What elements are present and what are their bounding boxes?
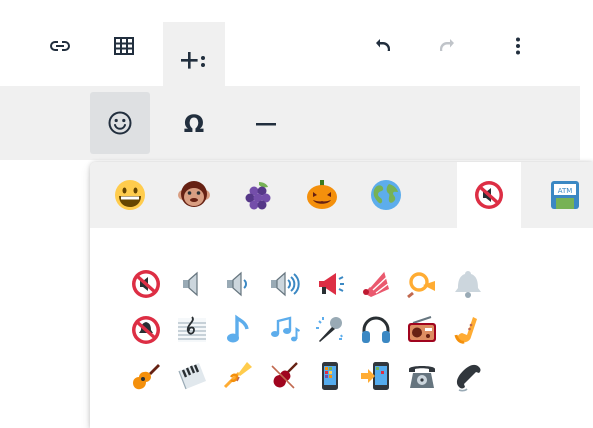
telephone-receiver-icon[interactable] bbox=[446, 354, 490, 398]
horizontal-line-button[interactable] bbox=[242, 102, 290, 146]
symbols-tab[interactable]: ATM bbox=[533, 162, 593, 228]
telephone-icon[interactable] bbox=[400, 354, 444, 398]
objects-tab[interactable] bbox=[457, 162, 521, 228]
table-icon[interactable] bbox=[102, 26, 146, 66]
earth-globe-icon bbox=[371, 180, 401, 210]
speaker-low-volume-icon[interactable] bbox=[216, 262, 260, 306]
food-tab[interactable] bbox=[226, 162, 290, 228]
guitar-icon[interactable] bbox=[124, 354, 168, 398]
horizontal-line-icon bbox=[256, 123, 276, 126]
grapes-icon bbox=[245, 182, 271, 210]
grinning-face-icon bbox=[115, 180, 145, 210]
atm-sign-icon: ATM bbox=[551, 181, 579, 209]
activities-tab[interactable] bbox=[290, 162, 354, 228]
insert-more-button[interactable] bbox=[163, 22, 225, 86]
more-vertical-icon[interactable] bbox=[496, 26, 540, 66]
undo-icon[interactable] bbox=[360, 26, 404, 66]
emoji-category-tabs: ATM bbox=[90, 162, 593, 228]
musical-score-icon[interactable] bbox=[170, 308, 214, 352]
speaker-icon[interactable] bbox=[170, 262, 214, 306]
saxophone-icon[interactable] bbox=[446, 308, 490, 352]
toolbar-secondary: Ω bbox=[0, 86, 580, 160]
special-character-icon: Ω bbox=[183, 110, 205, 138]
bell-with-slash-icon[interactable] bbox=[124, 308, 168, 352]
emoji-icon bbox=[108, 111, 132, 135]
mobile-phone-with-arrow-icon[interactable] bbox=[354, 354, 398, 398]
svg-text:ATM: ATM bbox=[558, 187, 573, 195]
link-icon[interactable] bbox=[38, 26, 82, 66]
trumpet-icon[interactable] bbox=[216, 354, 260, 398]
microphone-icon[interactable] bbox=[308, 308, 352, 352]
musical-keyboard-icon[interactable] bbox=[170, 354, 214, 398]
monkey-face-icon bbox=[178, 181, 210, 207]
loudspeaker-icon[interactable] bbox=[308, 262, 352, 306]
bell-icon[interactable] bbox=[446, 262, 490, 306]
musical-notes-icon[interactable] bbox=[262, 308, 306, 352]
speaker-high-volume-icon[interactable] bbox=[262, 262, 306, 306]
redo-icon bbox=[426, 26, 470, 66]
travel-tab[interactable] bbox=[354, 162, 418, 228]
emoji-picker-panel: ATM bbox=[90, 162, 593, 428]
jack-o-lantern-icon bbox=[307, 180, 337, 209]
muted-speaker-icon[interactable] bbox=[124, 262, 168, 306]
headphone-icon[interactable] bbox=[354, 308, 398, 352]
animals-tab[interactable] bbox=[162, 162, 226, 228]
megaphone-icon[interactable] bbox=[354, 262, 398, 306]
radio-icon[interactable] bbox=[400, 308, 444, 352]
emoji-button[interactable] bbox=[90, 92, 150, 154]
mobile-phone-icon[interactable] bbox=[308, 354, 352, 398]
violin-icon[interactable] bbox=[262, 354, 306, 398]
postal-horn-icon[interactable] bbox=[400, 262, 444, 306]
musical-note-icon[interactable] bbox=[216, 308, 260, 352]
smileys-tab[interactable] bbox=[98, 162, 162, 228]
special-character-button[interactable]: Ω bbox=[170, 102, 218, 146]
toolbar-primary bbox=[0, 0, 580, 86]
muted-speaker-icon bbox=[475, 181, 503, 209]
insert-more-icon bbox=[171, 40, 217, 80]
